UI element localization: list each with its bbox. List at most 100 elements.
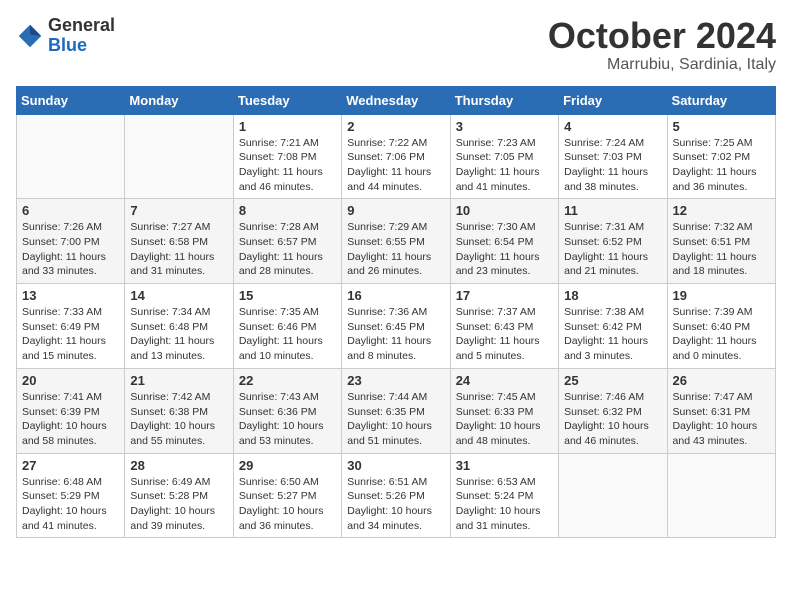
calendar-cell: 13Sunrise: 7:33 AM Sunset: 6:49 PM Dayli… (17, 284, 125, 369)
calendar-cell: 5 Sunrise: 7:25 AM Sunset: 7:02 PM Daylig… (667, 114, 775, 199)
calendar-cell: 19 Sunrise: 7:39 AM Sunset: 6:40 PM Dayli… (667, 284, 775, 369)
cell-content: Sunrise: 7:25 AM Sunset: 7:02 PM Dayligh… (673, 136, 770, 195)
calendar-cell: 14 Sunrise: 7:34 AM Sunset: 6:48 PM Dayli… (125, 284, 233, 369)
day-number: 21 (130, 373, 227, 388)
day-number: 10 (456, 203, 553, 218)
cell-content: Sunrise: 7:44 AM Sunset: 6:35 PM Dayligh… (347, 390, 444, 449)
calendar-cell (559, 453, 667, 538)
calendar-cell: 4 Sunrise: 7:24 AM Sunset: 7:03 PM Daylig… (559, 114, 667, 199)
cell-content: Sunrise: 7:41 AM Sunset: 6:39 PM Dayligh… (22, 390, 119, 449)
day-number: 14 (130, 288, 227, 303)
cell-content: Sunrise: 7:26 AM Sunset: 7:00 PM Dayligh… (22, 220, 119, 279)
cell-content: Sunrise: 6:53 AM Sunset: 5:24 PM Dayligh… (456, 475, 553, 534)
cell-content: Sunrise: 7:24 AM Sunset: 7:03 PM Dayligh… (564, 136, 661, 195)
calendar-cell: 24 Sunrise: 7:45 AM Sunset: 6:33 PM Dayli… (450, 368, 558, 453)
day-number: 8 (239, 203, 336, 218)
cell-content: Sunrise: 7:34 AM Sunset: 6:48 PM Dayligh… (130, 305, 227, 364)
week-row-5: 27Sunrise: 6:48 AM Sunset: 5:29 PM Dayli… (17, 453, 776, 538)
cell-content: Sunrise: 7:39 AM Sunset: 6:40 PM Dayligh… (673, 305, 770, 364)
cell-content: Sunrise: 6:51 AM Sunset: 5:26 PM Dayligh… (347, 475, 444, 534)
day-number: 23 (347, 373, 444, 388)
cell-content: Sunrise: 7:22 AM Sunset: 7:06 PM Dayligh… (347, 136, 444, 195)
day-number: 11 (564, 203, 661, 218)
cell-content: Sunrise: 7:42 AM Sunset: 6:38 PM Dayligh… (130, 390, 227, 449)
day-number: 4 (564, 119, 661, 134)
calendar-cell: 9 Sunrise: 7:29 AM Sunset: 6:55 PM Daylig… (342, 199, 450, 284)
logo-general: General (48, 16, 115, 36)
day-number: 29 (239, 458, 336, 473)
header-day-friday: Friday (559, 86, 667, 114)
cell-content: Sunrise: 7:46 AM Sunset: 6:32 PM Dayligh… (564, 390, 661, 449)
cell-content: Sunrise: 7:43 AM Sunset: 6:36 PM Dayligh… (239, 390, 336, 449)
calendar-cell: 12 Sunrise: 7:32 AM Sunset: 6:51 PM Dayli… (667, 199, 775, 284)
day-number: 19 (673, 288, 770, 303)
cell-content: Sunrise: 7:23 AM Sunset: 7:05 PM Dayligh… (456, 136, 553, 195)
cell-content: Sunrise: 7:29 AM Sunset: 6:55 PM Dayligh… (347, 220, 444, 279)
day-number: 15 (239, 288, 336, 303)
day-number: 3 (456, 119, 553, 134)
day-number: 9 (347, 203, 444, 218)
calendar-cell (17, 114, 125, 199)
day-number: 17 (456, 288, 553, 303)
day-number: 7 (130, 203, 227, 218)
calendar-cell (667, 453, 775, 538)
calendar-cell: 28Sunrise: 6:49 AM Sunset: 5:28 PM Dayli… (125, 453, 233, 538)
header-day-saturday: Saturday (667, 86, 775, 114)
day-number: 20 (22, 373, 119, 388)
day-number: 16 (347, 288, 444, 303)
day-number: 25 (564, 373, 661, 388)
cell-content: Sunrise: 7:28 AM Sunset: 6:57 PM Dayligh… (239, 220, 336, 279)
day-number: 13 (22, 288, 119, 303)
header-day-monday: Monday (125, 86, 233, 114)
day-number: 18 (564, 288, 661, 303)
calendar-cell: 8 Sunrise: 7:28 AM Sunset: 6:57 PM Daylig… (233, 199, 341, 284)
calendar-cell: 6 Sunrise: 7:26 AM Sunset: 7:00 PM Daylig… (17, 199, 125, 284)
day-number: 6 (22, 203, 119, 218)
calendar-cell: 27Sunrise: 6:48 AM Sunset: 5:29 PM Dayli… (17, 453, 125, 538)
day-number: 31 (456, 458, 553, 473)
week-row-1: 1Sunrise: 7:21 AM Sunset: 7:08 PM Daylig… (17, 114, 776, 199)
day-number: 24 (456, 373, 553, 388)
calendar-cell: 10 Sunrise: 7:30 AM Sunset: 6:54 PM Dayli… (450, 199, 558, 284)
cell-content: Sunrise: 7:37 AM Sunset: 6:43 PM Dayligh… (456, 305, 553, 364)
header-day-sunday: Sunday (17, 86, 125, 114)
calendar-cell: 18Sunrise: 7:38 AM Sunset: 6:42 PM Dayli… (559, 284, 667, 369)
cell-content: Sunrise: 7:30 AM Sunset: 6:54 PM Dayligh… (456, 220, 553, 279)
logo: General Blue (16, 16, 115, 56)
calendar-cell: 16 Sunrise: 7:36 AM Sunset: 6:45 PM Dayli… (342, 284, 450, 369)
calendar-cell: 1Sunrise: 7:21 AM Sunset: 7:08 PM Daylig… (233, 114, 341, 199)
cell-content: Sunrise: 7:31 AM Sunset: 6:52 PM Dayligh… (564, 220, 661, 279)
day-number: 12 (673, 203, 770, 218)
cell-content: Sunrise: 7:47 AM Sunset: 6:31 PM Dayligh… (673, 390, 770, 449)
header-day-wednesday: Wednesday (342, 86, 450, 114)
cell-content: Sunrise: 6:48 AM Sunset: 5:29 PM Dayligh… (22, 475, 119, 534)
location: Marrubiu, Sardinia, Italy (548, 56, 776, 74)
week-row-3: 13Sunrise: 7:33 AM Sunset: 6:49 PM Dayli… (17, 284, 776, 369)
cell-content: Sunrise: 7:45 AM Sunset: 6:33 PM Dayligh… (456, 390, 553, 449)
day-number: 26 (673, 373, 770, 388)
calendar-cell: 3 Sunrise: 7:23 AM Sunset: 7:05 PM Daylig… (450, 114, 558, 199)
cell-content: Sunrise: 7:36 AM Sunset: 6:45 PM Dayligh… (347, 305, 444, 364)
calendar-cell: 11 Sunrise: 7:31 AM Sunset: 6:52 PM Dayli… (559, 199, 667, 284)
day-number: 1 (239, 119, 336, 134)
calendar-cell: 29 Sunrise: 6:50 AM Sunset: 5:27 PM Dayli… (233, 453, 341, 538)
calendar-cell: 15 Sunrise: 7:35 AM Sunset: 6:46 PM Dayli… (233, 284, 341, 369)
day-number: 30 (347, 458, 444, 473)
header-day-tuesday: Tuesday (233, 86, 341, 114)
cell-content: Sunrise: 7:27 AM Sunset: 6:58 PM Dayligh… (130, 220, 227, 279)
calendar-cell: 23 Sunrise: 7:44 AM Sunset: 6:35 PM Dayli… (342, 368, 450, 453)
day-number: 5 (673, 119, 770, 134)
cell-content: Sunrise: 6:49 AM Sunset: 5:28 PM Dayligh… (130, 475, 227, 534)
calendar-cell: 2 Sunrise: 7:22 AM Sunset: 7:06 PM Daylig… (342, 114, 450, 199)
logo-blue: Blue (48, 36, 115, 56)
cell-content: Sunrise: 7:32 AM Sunset: 6:51 PM Dayligh… (673, 220, 770, 279)
day-number: 22 (239, 373, 336, 388)
calendar-cell: 31 Sunrise: 6:53 AM Sunset: 5:24 PM Dayli… (450, 453, 558, 538)
cell-content: Sunrise: 7:35 AM Sunset: 6:46 PM Dayligh… (239, 305, 336, 364)
calendar-table: SundayMondayTuesdayWednesdayThursdayFrid… (16, 86, 776, 539)
day-number: 2 (347, 119, 444, 134)
calendar-cell: 20 Sunrise: 7:41 AM Sunset: 6:39 PM Dayli… (17, 368, 125, 453)
calendar-cell: 30 Sunrise: 6:51 AM Sunset: 5:26 PM Dayli… (342, 453, 450, 538)
cell-content: Sunrise: 6:50 AM Sunset: 5:27 PM Dayligh… (239, 475, 336, 534)
page-header: General Blue October 2024 Marrubiu, Sard… (16, 16, 776, 74)
